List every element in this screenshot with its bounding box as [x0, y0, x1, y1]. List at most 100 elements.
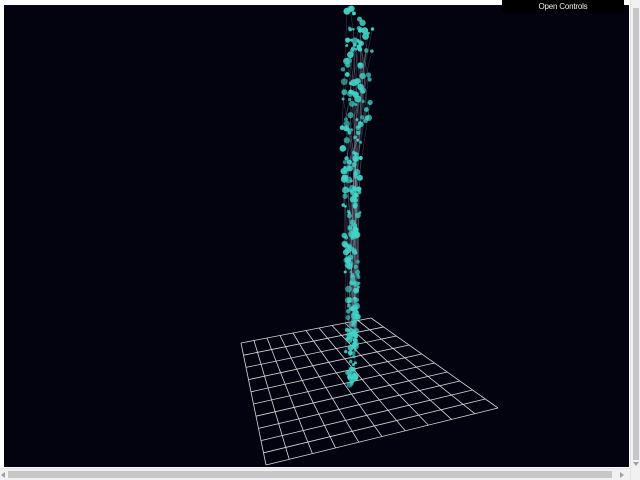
graph-node	[349, 100, 356, 107]
graph-node	[354, 348, 357, 352]
graph-node	[350, 48, 355, 53]
graph-node	[347, 211, 351, 215]
graph-node	[370, 27, 375, 31]
graph-node	[352, 341, 357, 347]
graph-node	[365, 114, 372, 122]
graph-node	[344, 205, 347, 208]
graph-node	[350, 128, 354, 132]
graph-node	[357, 28, 363, 33]
graph-node	[357, 83, 364, 91]
graph-node	[347, 224, 353, 230]
graph-node	[355, 125, 361, 131]
graph-node	[342, 160, 347, 164]
graph-node	[354, 95, 362, 103]
graph-node	[344, 174, 349, 179]
graph-node	[343, 120, 350, 127]
graph-node	[360, 89, 365, 94]
horizontal-scrollbar-thumb[interactable]	[8, 471, 612, 478]
graph-node	[349, 359, 353, 364]
graph-node	[348, 97, 352, 102]
graph-node	[351, 305, 356, 310]
graph-node	[345, 337, 349, 341]
graph-node	[364, 48, 369, 53]
graph-node	[345, 44, 349, 47]
graph-node	[346, 328, 351, 332]
graph-node	[344, 296, 352, 304]
graph-node	[359, 72, 366, 80]
graph-node	[353, 204, 357, 209]
graph-node	[349, 379, 355, 384]
grid-line	[357, 320, 476, 415]
graph-node	[349, 270, 353, 274]
graph-node	[352, 372, 357, 378]
graph-node	[351, 235, 355, 239]
open-controls-button[interactable]: Open Controls	[502, 0, 624, 13]
3d-viewport[interactable]	[4, 5, 629, 467]
arrow-right-icon[interactable]	[620, 472, 624, 478]
graph-node	[364, 107, 369, 112]
graph-node	[345, 285, 352, 293]
graph-node	[346, 370, 353, 376]
graph-node	[343, 168, 349, 173]
graph-node	[345, 37, 351, 43]
graph-node	[353, 171, 358, 177]
graph-node	[348, 27, 353, 32]
horizontal-scrollbar[interactable]	[0, 468, 630, 480]
arrow-down-icon[interactable]	[633, 462, 639, 466]
graph-node	[356, 259, 360, 264]
graph-node	[351, 363, 355, 367]
graph-node	[346, 127, 351, 132]
graph-node	[344, 349, 348, 354]
graph-node	[353, 197, 358, 203]
vertical-scrollbar-thumb[interactable]	[633, 8, 639, 460]
graph-node	[343, 137, 350, 144]
grid-line	[258, 380, 460, 429]
graph-node	[349, 189, 353, 193]
graph-node	[346, 331, 353, 338]
graph-node	[352, 27, 355, 31]
graph-node	[358, 121, 362, 125]
graph-node	[357, 62, 363, 67]
graph-node	[344, 72, 350, 78]
graph-node	[353, 192, 359, 198]
graph-node	[347, 112, 354, 119]
graph-node	[351, 161, 357, 168]
graph-node	[352, 155, 359, 162]
graph-node	[340, 67, 346, 72]
graph-node	[354, 103, 358, 106]
graph-node	[352, 248, 357, 253]
graph-node	[353, 300, 357, 303]
graph-node	[345, 315, 351, 321]
graph-node	[347, 344, 354, 351]
graph-node	[355, 314, 361, 320]
graph-node	[367, 99, 373, 106]
graph-node	[367, 77, 372, 82]
arrow-left-icon[interactable]	[1, 472, 5, 478]
graph-node	[366, 72, 372, 78]
graph-scene[interactable]	[4, 5, 629, 467]
graph-node	[359, 140, 363, 144]
graph-node	[341, 97, 345, 101]
graph-node	[351, 150, 356, 155]
graph-node	[341, 240, 348, 247]
vertical-scrollbar[interactable]	[630, 0, 640, 480]
graph-node	[355, 130, 361, 136]
graph-node	[356, 273, 360, 277]
graph-node	[350, 274, 356, 280]
graph-node	[356, 174, 363, 181]
graph-node	[340, 78, 348, 86]
graph-node	[358, 40, 364, 47]
graph-node	[362, 32, 370, 40]
graph-node	[354, 47, 358, 51]
graph-node	[357, 47, 363, 52]
graph-node	[353, 281, 359, 287]
graph-node	[370, 49, 374, 53]
graph-node	[361, 99, 365, 104]
graph-node	[341, 232, 348, 239]
graph-node	[339, 145, 347, 152]
grid-line	[370, 317, 499, 409]
graph-node	[356, 39, 360, 43]
graph-node	[349, 322, 354, 327]
graph-node	[345, 309, 351, 314]
grid-line	[265, 407, 499, 466]
